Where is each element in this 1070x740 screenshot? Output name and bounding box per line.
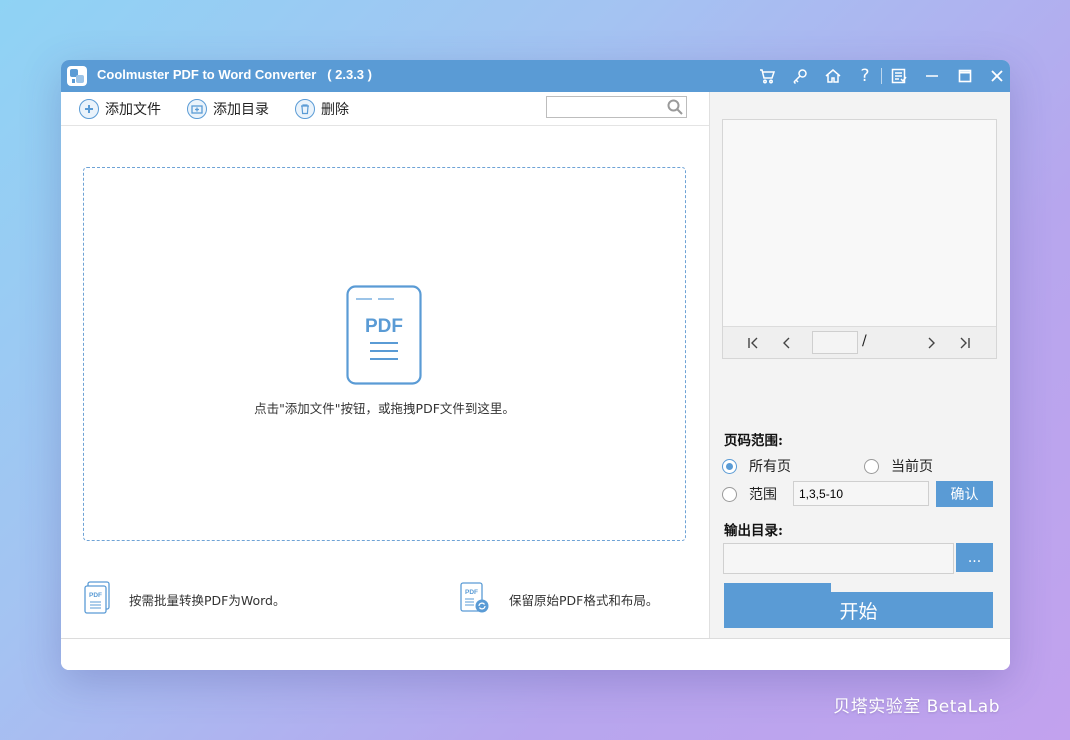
preview-navigation: / <box>723 326 996 358</box>
page-number-input[interactable] <box>812 331 858 354</box>
window-title: Coolmuster PDF to Word Converter ( 2.3.3… <box>97 67 372 82</box>
home-icon[interactable] <box>821 64 845 88</box>
app-version: ( 2.3.3 ) <box>327 67 372 82</box>
radio-all-pages-indicator[interactable] <box>722 458 737 474</box>
page-range-input[interactable] <box>793 481 929 506</box>
browse-button[interactable]: ... <box>956 543 993 572</box>
search-icon[interactable] <box>666 98 684 120</box>
search-input[interactable] <box>549 98 665 116</box>
batch-pdf-icon: PDF <box>83 580 111 618</box>
start-button[interactable]: 开始 <box>724 592 993 628</box>
minimize-icon[interactable] <box>920 64 944 88</box>
svg-text:PDF: PDF <box>465 589 478 596</box>
delete-icon <box>295 99 315 119</box>
search-box <box>546 96 687 118</box>
delete-label: 删除 <box>321 102 349 118</box>
add-file-icon <box>79 99 99 119</box>
drop-hint-text: 点击"添加文件"按钮，或拖拽PDF文件到这里。 <box>254 401 515 416</box>
radio-range-indicator[interactable] <box>722 486 737 502</box>
radio-current-page-indicator[interactable] <box>864 458 879 474</box>
previous-page-icon[interactable] <box>777 333 797 353</box>
title-separator <box>881 68 882 84</box>
confirm-button[interactable]: 确认 <box>936 481 993 507</box>
pdf-document-icon: PDF <box>346 285 422 389</box>
add-folder-button[interactable]: 添加目录 <box>187 98 269 120</box>
feature-preserve-text: 保留原始PDF格式和布局。 <box>509 592 659 608</box>
register-icon[interactable] <box>887 64 911 88</box>
radio-current-page[interactable]: 当前页 <box>864 456 933 476</box>
pdf-icon-label: PDF <box>365 316 403 337</box>
page-preview: / <box>722 119 997 359</box>
next-page-icon[interactable] <box>921 333 941 353</box>
feature-preserve: PDF 保留原始PDF格式和布局。 <box>459 581 659 618</box>
feature-batch-text: 按需批量转换PDF为Word。 <box>129 592 286 608</box>
add-file-button[interactable]: 添加文件 <box>79 98 161 120</box>
output-dir-label: 输出目录: <box>724 523 783 539</box>
preserve-pdf-icon: PDF <box>459 581 491 618</box>
app-name: Coolmuster PDF to Word Converter <box>97 67 317 82</box>
file-drop-zone[interactable]: PDF 点击"添加文件"按钮，或拖拽PDF文件到这里。 <box>83 167 686 541</box>
toolbar: 添加文件 添加目录 删除 <box>61 92 709 126</box>
app-logo-icon <box>67 66 87 86</box>
cart-icon[interactable] <box>755 64 779 88</box>
key-icon[interactable] <box>788 64 812 88</box>
help-icon[interactable]: ? <box>853 64 877 88</box>
watermark: 贝塔实验室 BetaLab <box>833 697 1000 717</box>
add-folder-icon <box>187 99 207 119</box>
maximize-icon[interactable] <box>953 64 977 88</box>
svg-text:PDF: PDF <box>89 592 102 599</box>
page-range-label: 页码范围: <box>724 433 783 449</box>
title-bar: Coolmuster PDF to Word Converter ( 2.3.3… <box>61 60 1010 92</box>
status-bar <box>61 638 1010 670</box>
close-icon[interactable] <box>985 64 1009 88</box>
delete-button[interactable]: 删除 <box>295 98 349 120</box>
radio-range-label: 范围 <box>749 487 777 503</box>
app-window: Coolmuster PDF to Word Converter ( 2.3.3… <box>61 60 1010 670</box>
first-page-icon[interactable] <box>743 333 763 353</box>
last-page-icon[interactable] <box>955 333 975 353</box>
add-folder-label: 添加目录 <box>213 102 269 118</box>
page-separator: / <box>862 333 867 349</box>
radio-current-page-label: 当前页 <box>891 459 933 475</box>
feature-batch: PDF 按需批量转换PDF为Word。 <box>83 580 286 618</box>
radio-all-pages-label: 所有页 <box>749 459 791 475</box>
output-dir-input[interactable] <box>723 543 954 574</box>
radio-range[interactable]: 范围 <box>722 484 777 504</box>
radio-all-pages[interactable]: 所有页 <box>722 456 791 476</box>
add-file-label: 添加文件 <box>105 102 161 118</box>
settings-panel: / 页码范围: 所有页 当前页 范围 确认 输出目录: ... <box>709 92 1010 638</box>
